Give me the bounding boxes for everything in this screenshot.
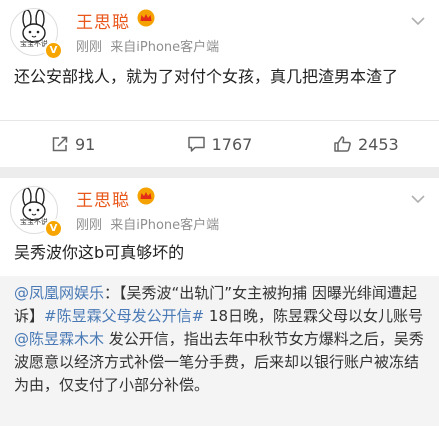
repost-count: 91 — [74, 134, 96, 154]
author-name[interactable]: 王思聪 — [76, 186, 130, 211]
post-meta: 刚刚 来自iPhone客户端 — [76, 214, 219, 233]
verified-badge-icon: V — [44, 219, 63, 238]
user-mention-link[interactable]: @陈昱霖木木 — [14, 330, 104, 348]
post-time: 刚刚 — [76, 40, 103, 55]
author-name[interactable]: 王思聪 — [76, 8, 130, 33]
share-box-icon — [52, 136, 68, 152]
like-button[interactable]: 2453 — [293, 121, 439, 167]
comment-icon — [187, 136, 205, 152]
reposted-content[interactable]: @凤凰网娱乐：【吴秀波“出轨门”女主被拘捕 因曝光绯闻遭起诉】#陈昱霖父母发公开… — [0, 276, 439, 426]
post-source: 来自iPhone客户端 — [110, 218, 220, 233]
source-mention-link[interactable]: @凤凰网娱乐 — [14, 284, 104, 302]
weibo-post-2: 宝宝不说 V 王思聪 刚刚 来自iPhone客户端 吴秀波你这b可真够坏的 @凤… — [0, 178, 439, 426]
weibo-post-1: 宝宝不说 V 王思聪 刚刚 来自iPhone客户端 还公安部找人，就为了对付个女… — [0, 0, 439, 167]
hashtag-link[interactable]: #陈昱霖父母发公开信# — [44, 307, 204, 325]
repost-button[interactable]: 91 — [0, 121, 146, 167]
crown-icon — [137, 187, 155, 205]
chevron-down-icon[interactable] — [411, 16, 425, 26]
post-text: 吴秀波你这b可真够坏的 — [14, 243, 185, 262]
repost-body-1: 18日晚，陈昱霖父母以女儿账号 — [204, 307, 424, 325]
post-separator — [0, 167, 439, 178]
post-text: 还公安部找人，就为了对付个女孩，真几把渣男本渣了 — [14, 67, 399, 86]
comment-button[interactable]: 1767 — [146, 121, 292, 167]
verified-badge-icon: V — [44, 41, 63, 60]
crown-icon — [137, 9, 155, 27]
post-header: 宝宝不说 V 王思聪 刚刚 来自iPhone客户端 — [0, 0, 439, 60]
like-count: 2453 — [357, 134, 399, 154]
comment-count: 1767 — [211, 134, 253, 154]
post-source: 来自iPhone客户端 — [110, 40, 220, 55]
post-header: 宝宝不说 V 王思聪 刚刚 来自iPhone客户端 — [0, 178, 439, 238]
post-meta: 刚刚 来自iPhone客户端 — [76, 36, 219, 55]
chevron-down-icon[interactable] — [411, 194, 425, 204]
post-time: 刚刚 — [76, 218, 103, 233]
thumbs-up-icon — [334, 136, 351, 152]
post-actions: 91 1767 2453 — [0, 120, 439, 167]
repost-colon: ： — [104, 284, 120, 302]
